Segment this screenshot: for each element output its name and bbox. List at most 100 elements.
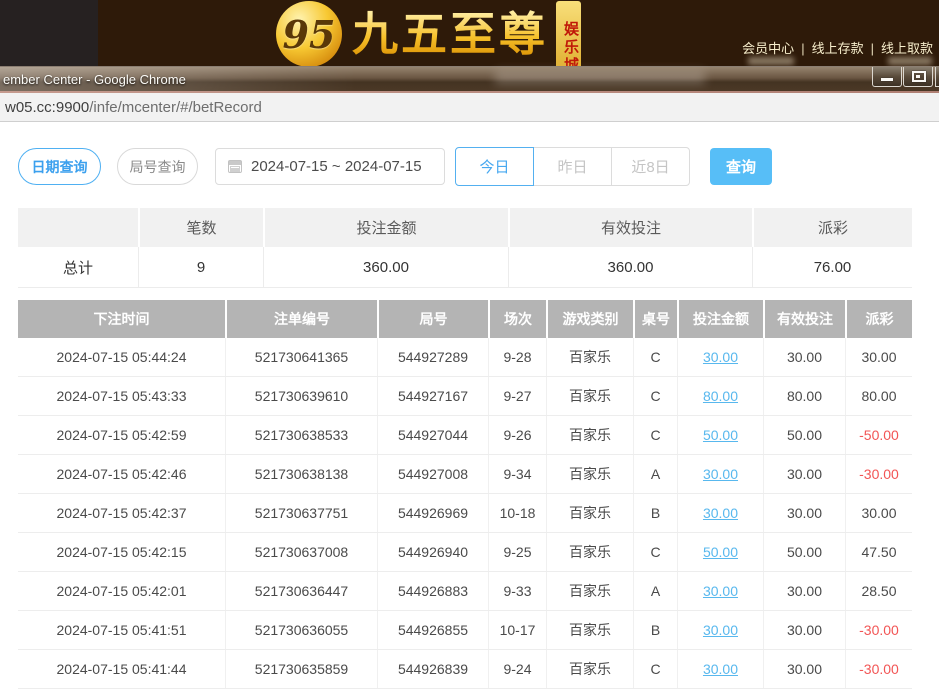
bet-amount-link[interactable]: 30.00 (677, 338, 763, 376)
bet-column-header: 投注金额 (677, 300, 763, 338)
logo-95-icon: 95 (276, 1, 342, 67)
table-cell: 521730636055 (225, 611, 377, 649)
tab-yesterday[interactable]: 昨日 (533, 147, 612, 186)
date-range-value: 2024-07-15 ~ 2024-07-15 (251, 158, 422, 175)
table-cell: 30.00 (763, 494, 845, 532)
table-cell: 521730636447 (225, 572, 377, 610)
table-cell: 521730639610 (225, 377, 377, 415)
banner-nav-links: 会员中心 | 线上存款 | 线上取款 (742, 38, 933, 57)
table-cell: 2024-07-15 05:42:59 (18, 416, 225, 454)
bet-column-header: 下注时间 (18, 300, 225, 338)
nav-separator: | (871, 41, 874, 56)
summary-total-payout: 76.00 (752, 247, 912, 287)
nav-link-member-center[interactable]: 会员中心 (742, 41, 794, 56)
table-cell: 544926883 (377, 572, 488, 610)
table-cell: 百家乐 (546, 611, 633, 649)
table-row: 2024-07-15 05:42:59521730638533544927044… (18, 416, 912, 455)
table-cell: 30.00 (763, 572, 845, 610)
bet-column-header: 派彩 (845, 300, 912, 338)
table-cell: C (633, 377, 677, 415)
table-cell: -50.00 (845, 416, 912, 454)
table-cell: 2024-07-15 05:43:33 (18, 377, 225, 415)
table-cell: 544927044 (377, 416, 488, 454)
address-bar[interactable]: w05.cc:9900/infe/mcenter/#/betRecord (0, 93, 939, 122)
bet-record-table: 下注时间注单编号局号场次游戏类别桌号投注金额有效投注派彩 2024-07-15 … (18, 300, 912, 689)
search-button[interactable]: 查询 (710, 148, 772, 185)
bet-column-header: 局号 (377, 300, 488, 338)
tab-last-8-days[interactable]: 近8日 (611, 147, 690, 186)
table-cell: 百家乐 (546, 455, 633, 493)
table-cell: 9-34 (488, 455, 546, 493)
url-host: w05.cc:9900 (5, 99, 89, 116)
bet-amount-link[interactable]: 50.00 (677, 416, 763, 454)
summary-table: 笔数 投注金额 有效投注 派彩 总计 9 360.00 360.00 76.00 (18, 208, 912, 288)
table-cell: -30.00 (845, 611, 912, 649)
table-row: 2024-07-15 05:42:37521730637751544926969… (18, 494, 912, 533)
background-window-edge (0, 0, 98, 66)
table-cell: 47.50 (845, 533, 912, 571)
window-titlebar[interactable]: ember Center - Google Chrome (0, 66, 939, 93)
logo-title: 九五至尊 (352, 1, 548, 67)
table-cell: 50.00 (763, 533, 845, 571)
bet-amount-link[interactable]: 80.00 (677, 377, 763, 415)
table-cell: 521730637008 (225, 533, 377, 571)
table-cell: B (633, 494, 677, 532)
nav-separator: | (801, 41, 804, 56)
table-cell: 521730638138 (225, 455, 377, 493)
table-cell: 521730638533 (225, 416, 377, 454)
summary-total-label: 总计 (18, 247, 138, 287)
table-cell: C (633, 533, 677, 571)
table-row: 2024-07-15 05:43:33521730639610544927167… (18, 377, 912, 416)
table-cell: 百家乐 (546, 494, 633, 532)
bet-column-header: 桌号 (633, 300, 677, 338)
table-cell: 9-28 (488, 338, 546, 376)
table-cell: 544926969 (377, 494, 488, 532)
summary-total-count: 9 (138, 247, 263, 287)
summary-header-blank (18, 208, 138, 247)
table-cell: 521730637751 (225, 494, 377, 532)
table-cell: 9-33 (488, 572, 546, 610)
date-query-button[interactable]: 日期查询 (18, 148, 101, 185)
bet-table-body: 2024-07-15 05:44:24521730641365544927289… (18, 338, 912, 689)
round-query-button[interactable]: 局号查询 (117, 148, 198, 185)
table-cell: 百家乐 (546, 572, 633, 610)
tab-today[interactable]: 今日 (455, 147, 534, 186)
table-row: 2024-07-15 05:41:44521730635859544926839… (18, 650, 912, 689)
nav-link-withdraw[interactable]: 线上取款 (881, 41, 933, 56)
nav-link-deposit[interactable]: 线上存款 (812, 41, 864, 56)
table-cell: 521730635859 (225, 650, 377, 688)
table-cell: 2024-07-15 05:42:37 (18, 494, 225, 532)
table-cell: 30.00 (845, 338, 912, 376)
date-range-input[interactable]: 2024-07-15 ~ 2024-07-15 (215, 148, 445, 185)
summary-header-payout: 派彩 (752, 208, 912, 247)
table-cell: 544926839 (377, 650, 488, 688)
bet-record-page: 日期查询 局号查询 2024-07-15 ~ 2024-07-15 今日 昨日 … (0, 122, 939, 688)
table-cell: 521730641365 (225, 338, 377, 376)
summary-total-valid-bet: 360.00 (508, 247, 752, 287)
table-cell: 百家乐 (546, 533, 633, 571)
table-row: 2024-07-15 05:44:24521730641365544927289… (18, 338, 912, 377)
table-cell: C (633, 650, 677, 688)
summary-total-row: 总计 9 360.00 360.00 76.00 (18, 247, 912, 288)
table-cell: 30.00 (763, 338, 845, 376)
table-cell: 2024-07-15 05:41:51 (18, 611, 225, 649)
minimize-button[interactable] (872, 67, 902, 87)
close-button[interactable] (935, 67, 939, 87)
bet-amount-link[interactable]: 30.00 (677, 455, 763, 493)
bet-column-header: 游戏类别 (546, 300, 633, 338)
bet-amount-link[interactable]: 30.00 (677, 611, 763, 649)
bet-amount-link[interactable]: 30.00 (677, 572, 763, 610)
calendar-icon (228, 160, 242, 173)
table-cell: 百家乐 (546, 416, 633, 454)
table-cell: C (633, 416, 677, 454)
bet-amount-link[interactable]: 30.00 (677, 650, 763, 688)
bet-amount-link[interactable]: 50.00 (677, 533, 763, 571)
table-cell: 百家乐 (546, 650, 633, 688)
quick-date-tabs: 今日 昨日 近8日 (455, 147, 690, 186)
table-row: 2024-07-15 05:42:15521730637008544926940… (18, 533, 912, 572)
summary-header-count: 笔数 (138, 208, 263, 247)
table-cell: B (633, 611, 677, 649)
bet-amount-link[interactable]: 30.00 (677, 494, 763, 532)
window-title: ember Center - Google Chrome (3, 72, 186, 87)
maximize-button[interactable] (903, 67, 933, 87)
